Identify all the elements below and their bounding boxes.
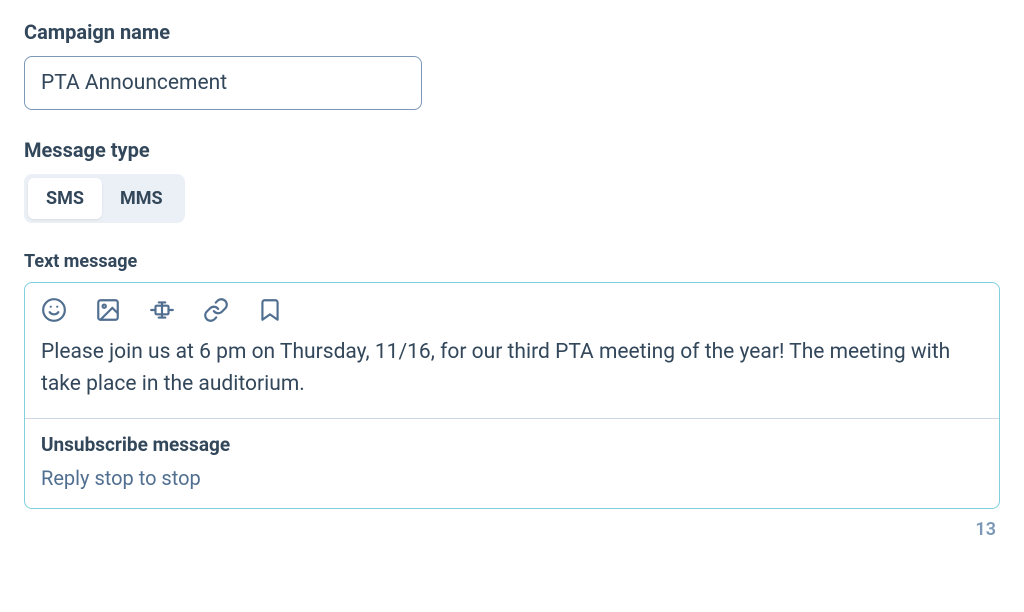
bookmark-icon[interactable] bbox=[257, 297, 283, 323]
message-body-textarea[interactable]: Please join us at 6 pm on Thursday, 11/1… bbox=[25, 333, 999, 418]
image-icon[interactable] bbox=[95, 297, 121, 323]
campaign-name-input[interactable] bbox=[24, 56, 422, 110]
message-type-toggle: SMS MMS bbox=[24, 174, 185, 223]
emoji-icon[interactable] bbox=[41, 297, 67, 323]
sms-toggle-option[interactable]: SMS bbox=[28, 178, 102, 219]
editor-toolbar bbox=[25, 283, 999, 333]
campaign-name-label: Campaign name bbox=[24, 20, 1000, 44]
unsubscribe-text: Reply stop to stop bbox=[41, 466, 983, 490]
unsubscribe-section: Unsubscribe message Reply stop to stop bbox=[25, 418, 999, 508]
link-icon[interactable] bbox=[203, 297, 229, 323]
personalization-icon[interactable] bbox=[149, 297, 175, 323]
message-editor: Please join us at 6 pm on Thursday, 11/1… bbox=[24, 282, 1000, 509]
character-counter: 13 bbox=[24, 519, 1000, 540]
unsubscribe-label: Unsubscribe message bbox=[41, 433, 983, 456]
message-type-label: Message type bbox=[24, 138, 1000, 162]
mms-toggle-option[interactable]: MMS bbox=[102, 178, 181, 219]
text-message-label: Text message bbox=[24, 251, 1000, 272]
